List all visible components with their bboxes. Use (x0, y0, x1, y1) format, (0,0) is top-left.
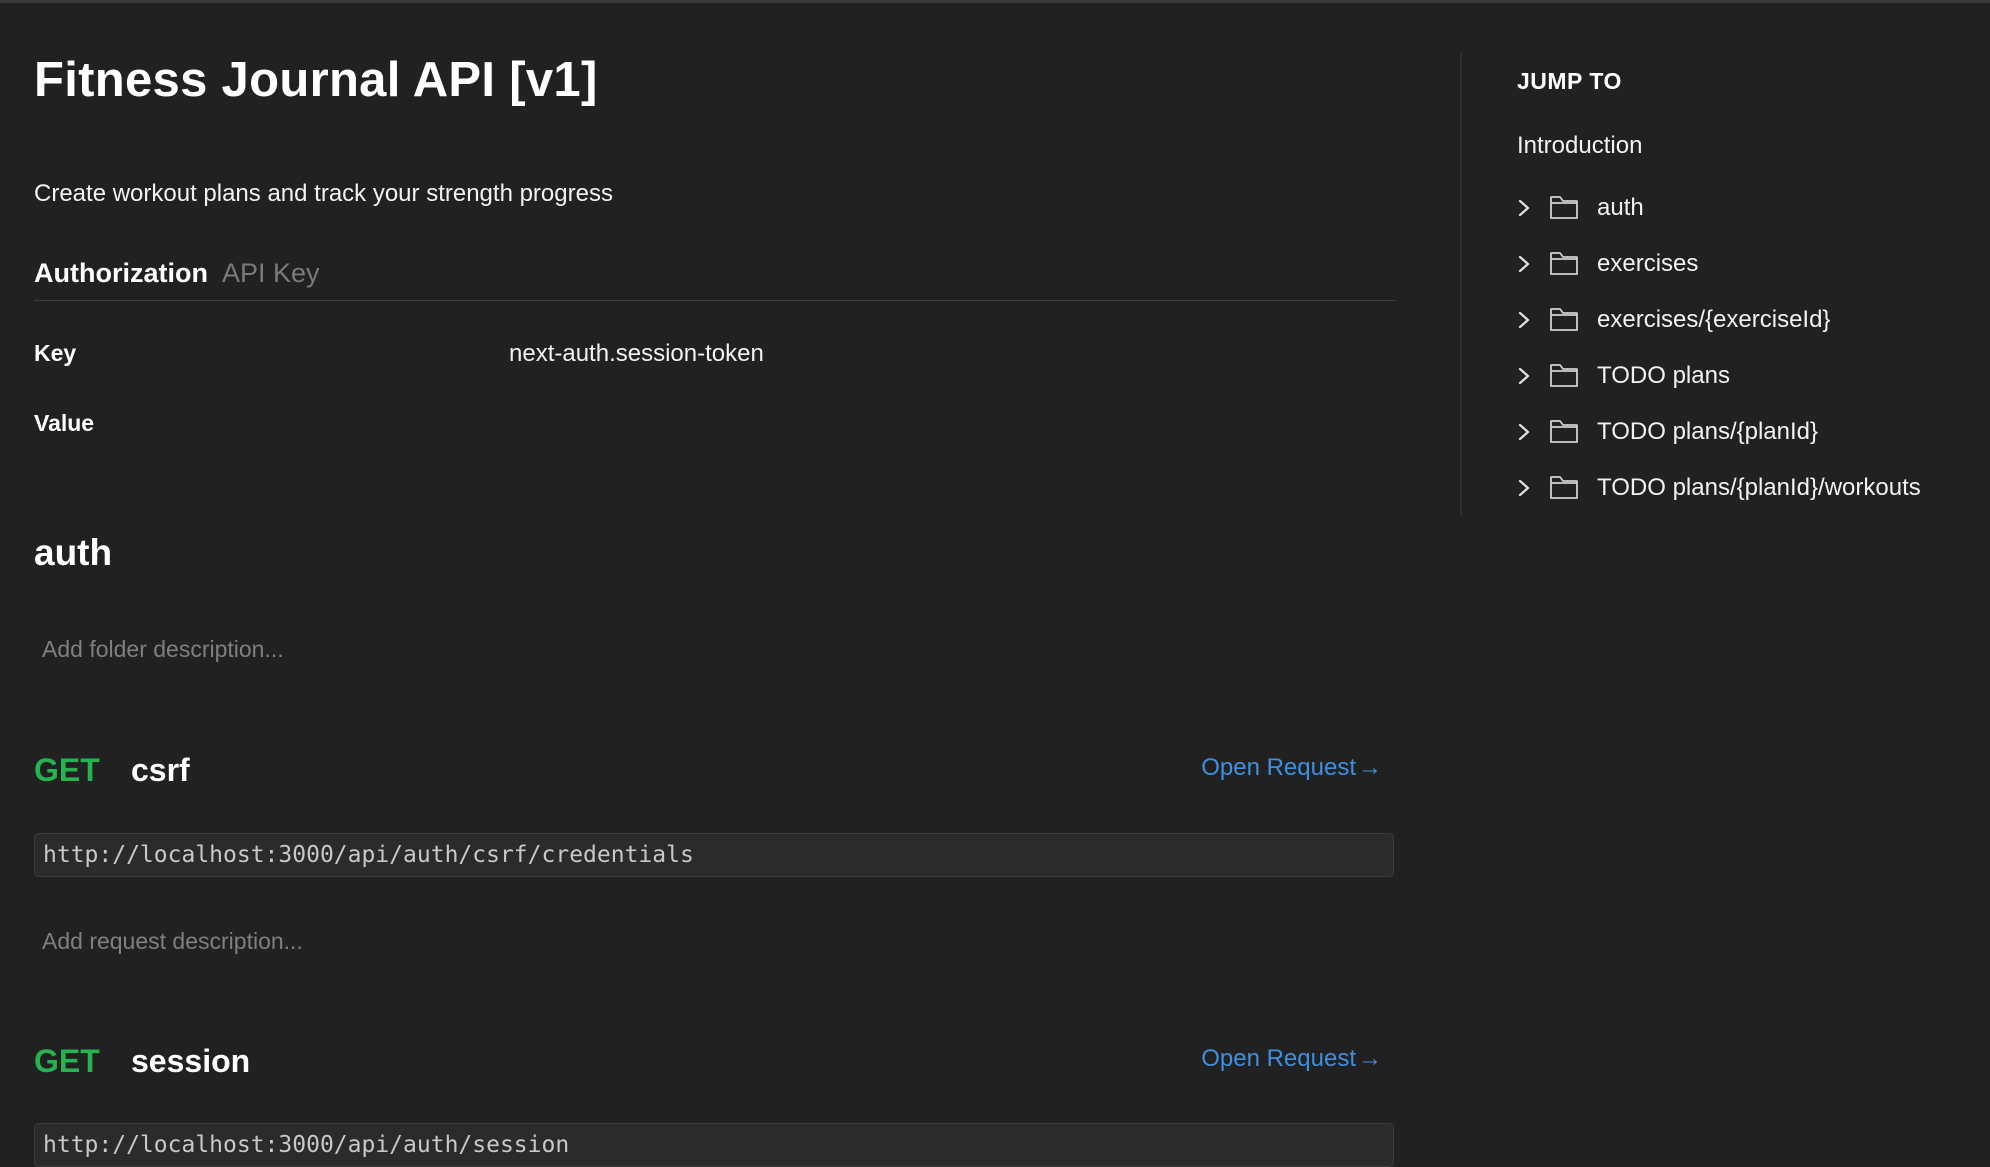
request-description-placeholder[interactable]: Add request description... (42, 928, 303, 955)
folder-description-placeholder[interactable]: Add folder description... (42, 636, 284, 663)
authorization-label: Authorization (34, 258, 208, 288)
request-method: GET (34, 752, 100, 788)
jump-item-plan-id[interactable]: TODO plans/{planId} (1517, 412, 1977, 452)
page-title: Fitness Journal API [v1] (34, 53, 598, 107)
auth-key-label: Key (34, 340, 77, 366)
request-header-csrf: GET csrf Open Request→ (34, 752, 1396, 796)
request-name: csrf (131, 752, 190, 788)
folder-icon (1550, 476, 1578, 499)
jump-item-plans[interactable]: TODO plans (1517, 356, 1977, 396)
folder-icon (1550, 420, 1578, 443)
jump-item-label: TODO plans (1597, 362, 1730, 389)
top-border (0, 0, 1990, 3)
jump-to-introduction[interactable]: Introduction (1517, 132, 1642, 160)
jump-item-label: exercises (1597, 250, 1699, 277)
page-description[interactable]: Create workout plans and track your stre… (34, 180, 613, 208)
request-url: http://localhost:3000/api/auth/session (43, 1132, 570, 1158)
request-method: GET (34, 1043, 100, 1079)
sidebar-divider (1460, 52, 1462, 516)
jump-item-exercises[interactable]: exercises (1517, 244, 1977, 284)
request-url: http://localhost:3000/api/auth/csrf/cred… (43, 842, 694, 868)
folder-title: auth (34, 532, 113, 573)
folder-icon (1550, 308, 1578, 331)
chevron-right-icon (1518, 199, 1530, 217)
folder-icon (1550, 196, 1578, 219)
chevron-right-icon (1518, 479, 1530, 497)
request-url-field[interactable]: http://localhost:3000/api/auth/session (34, 1123, 1394, 1167)
jump-to-title: JUMP TO (1517, 68, 1622, 94)
jump-item-label: auth (1597, 194, 1644, 221)
chevron-right-icon (1518, 311, 1530, 329)
open-request-link[interactable]: Open Request→ (1201, 1045, 1382, 1073)
jump-item-plan-workouts[interactable]: TODO plans/{planId}/workouts (1517, 468, 1977, 508)
arrow-right-icon: → (1358, 1045, 1382, 1072)
jump-item-label: TODO plans/{planId}/workouts (1597, 474, 1921, 501)
open-request-label: Open Request (1201, 754, 1356, 781)
auth-value-label: Value (34, 410, 95, 436)
open-request-link[interactable]: Open Request→ (1201, 754, 1382, 782)
arrow-right-icon: → (1358, 754, 1382, 781)
request-name: session (131, 1043, 251, 1079)
folder-icon (1550, 252, 1578, 275)
jump-item-label: TODO plans/{planId} (1597, 418, 1819, 445)
open-request-label: Open Request (1201, 1045, 1356, 1072)
chevron-right-icon (1518, 367, 1530, 385)
jump-item-exercise-id[interactable]: exercises/{exerciseId} (1517, 300, 1977, 340)
jump-item-label: exercises/{exerciseId} (1597, 306, 1831, 333)
auth-key-value: next-auth.session-token (509, 340, 764, 367)
request-header-session: GET session Open Request→ (34, 1043, 1396, 1087)
chevron-right-icon (1518, 255, 1530, 273)
request-url-field[interactable]: http://localhost:3000/api/auth/csrf/cred… (34, 833, 1394, 877)
authorization-header: Authorization API Key (34, 258, 1395, 301)
authorization-type: API Key (221, 258, 320, 288)
jump-item-auth[interactable]: auth (1517, 188, 1977, 228)
chevron-right-icon (1518, 423, 1530, 441)
folder-icon (1550, 364, 1578, 387)
